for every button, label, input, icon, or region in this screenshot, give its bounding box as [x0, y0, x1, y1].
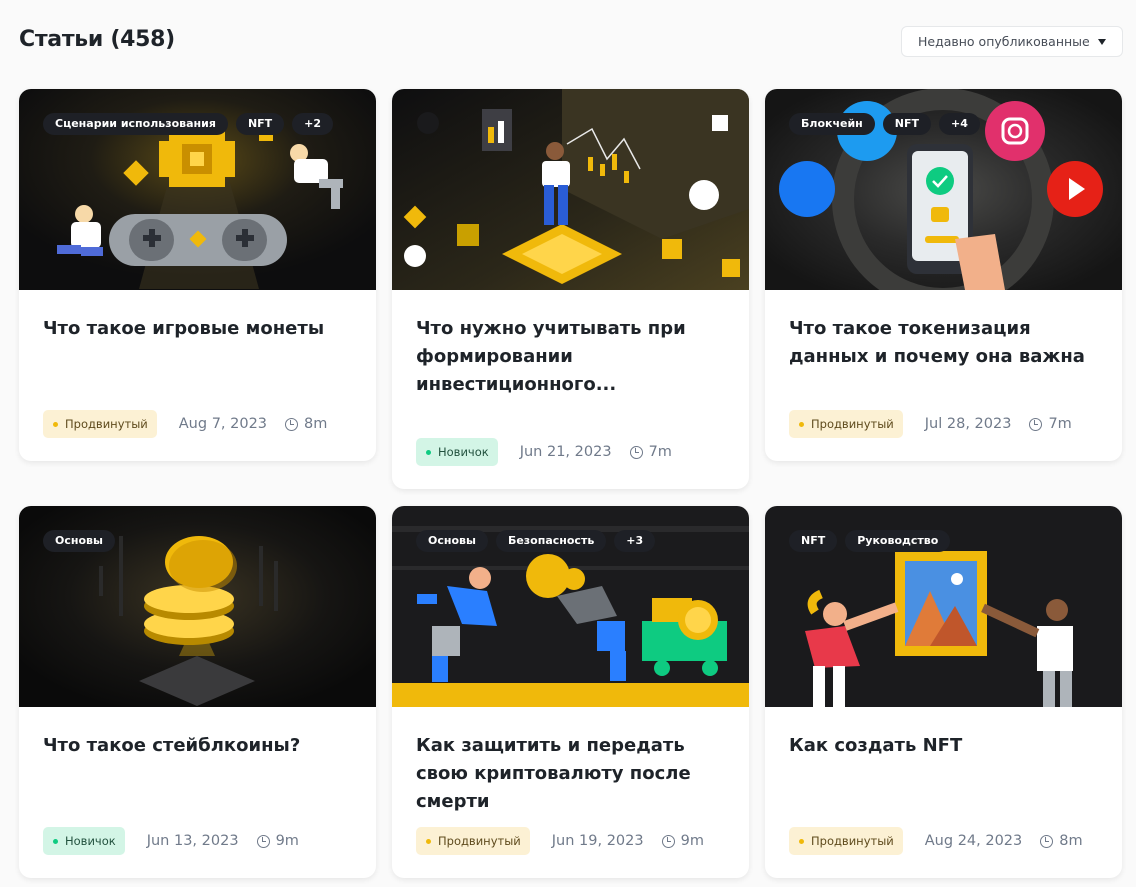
- article-meta: Продвинутый Jul 28, 2023 7m: [789, 410, 1072, 438]
- article-card[interactable]: Сценарии использования NFT +2 Что такое …: [19, 89, 376, 461]
- tag-list: Основы Безопасность +3: [416, 530, 656, 552]
- facebook-icon: [779, 161, 835, 217]
- article-meta: Продвинутый Aug 7, 2023 8m: [43, 410, 327, 438]
- article-thumbnail: Основы: [19, 506, 376, 707]
- level-badge: Продвинутый: [416, 827, 530, 855]
- read-time: 8m: [1059, 833, 1083, 849]
- publish-date: Jun 13, 2023: [146, 833, 239, 849]
- article-title[interactable]: Что нужно учитывать при формировании инв…: [416, 315, 736, 399]
- article-card[interactable]: Основы Безопасность +3 Как защитить и пе…: [392, 506, 749, 878]
- sort-selected-label: Недавно опубликованные: [918, 34, 1090, 49]
- tag[interactable]: NFT: [789, 530, 838, 552]
- article-title[interactable]: Как создать NFT: [789, 732, 1109, 760]
- article-thumbnail: Основы Безопасность +3: [392, 506, 749, 707]
- sort-dropdown[interactable]: Недавно опубликованные: [901, 26, 1123, 57]
- page-title: Статьи (458): [19, 27, 175, 52]
- tag[interactable]: NFT: [235, 113, 285, 135]
- article-title[interactable]: Что такое стейблкоины?: [43, 732, 363, 760]
- publish-date: Jun 21, 2023: [519, 444, 612, 460]
- publish-date: Aug 24, 2023: [924, 833, 1023, 849]
- publish-date: Jul 28, 2023: [924, 416, 1012, 432]
- clock-icon: [256, 834, 270, 848]
- article-thumbnail: [392, 89, 749, 290]
- tag[interactable]: Основы: [43, 530, 115, 552]
- article-title[interactable]: Что такое токенизация данных и почему он…: [789, 315, 1109, 371]
- level-badge: Новичок: [416, 438, 498, 466]
- read-time: 9m: [275, 833, 299, 849]
- clock-icon: [1029, 417, 1043, 431]
- tag-more[interactable]: +4: [939, 113, 980, 135]
- tag-list: Сценарии использования NFT +2: [43, 113, 334, 135]
- article-card[interactable]: Что нужно учитывать при формировании инв…: [392, 89, 749, 489]
- level-badge: Новичок: [43, 827, 125, 855]
- clock-icon: [661, 834, 675, 848]
- tag[interactable]: Блокчейн: [789, 113, 875, 135]
- tag-more[interactable]: +3: [614, 530, 656, 552]
- instagram-icon: [985, 101, 1045, 161]
- painting-icon: [895, 551, 987, 656]
- article-meta: Продвинутый Aug 24, 2023 8m: [789, 827, 1083, 855]
- article-card[interactable]: Блокчейн NFT +4 Что такое токенизация да…: [765, 89, 1122, 461]
- read-time: 7m: [648, 444, 672, 460]
- article-title[interactable]: Что такое игровые монеты: [43, 315, 363, 343]
- level-badge: Продвинутый: [43, 410, 157, 438]
- read-time: 8m: [304, 416, 328, 432]
- clock-icon: [285, 417, 299, 431]
- tag-list: Блокчейн NFT +4: [789, 113, 980, 135]
- level-badge: Продвинутый: [789, 827, 903, 855]
- level-badge: Продвинутый: [789, 410, 903, 438]
- article-title[interactable]: Как защитить и передать свою криптовалют…: [416, 732, 736, 816]
- publish-date: Aug 7, 2023: [178, 416, 268, 432]
- article-card[interactable]: NFT Руководство Как создать NFT Продвину…: [765, 506, 1122, 878]
- clock-icon: [629, 445, 643, 459]
- article-meta: Новичок Jun 13, 2023 9m: [43, 827, 299, 855]
- clock-icon: [1040, 834, 1054, 848]
- tag[interactable]: Основы: [416, 530, 488, 552]
- caret-down-icon: [1098, 39, 1106, 45]
- tag[interactable]: Безопасность: [495, 530, 607, 552]
- tag-list: NFT Руководство: [789, 530, 951, 552]
- read-time: 9m: [680, 833, 704, 849]
- tag-more[interactable]: +2: [292, 113, 334, 135]
- article-meta: Продвинутый Jun 19, 2023 9m: [416, 827, 704, 855]
- tag[interactable]: Руководство: [845, 530, 951, 552]
- article-thumbnail: Блокчейн NFT +4: [765, 89, 1122, 290]
- article-card[interactable]: Основы Что такое стейблкоины? Новичок Ju…: [19, 506, 376, 878]
- tag[interactable]: Сценарии использования: [43, 113, 228, 135]
- read-time: 7m: [1048, 416, 1072, 432]
- article-meta: Новичок Jun 21, 2023 7m: [416, 438, 672, 466]
- article-thumbnail: NFT Руководство: [765, 506, 1122, 707]
- publish-date: Jun 19, 2023: [551, 833, 644, 849]
- tag[interactable]: NFT: [882, 113, 932, 135]
- article-thumbnail: Сценарии использования NFT +2: [19, 89, 376, 290]
- tag-list: Основы: [43, 530, 115, 552]
